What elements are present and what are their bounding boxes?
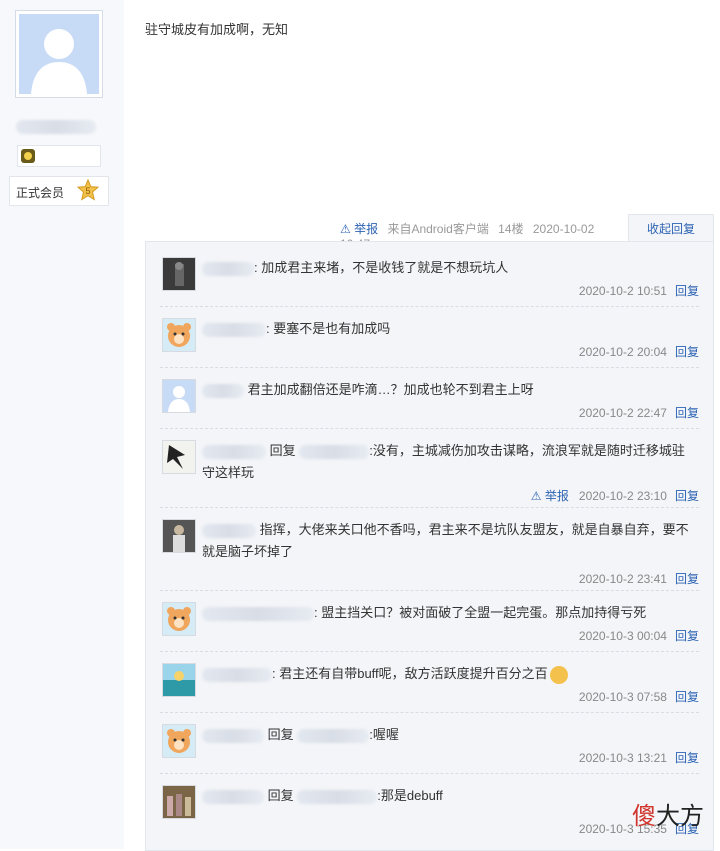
reply-text: 回复 :没有，主城减伤加攻击谋略，流浪军就是随时迁移城驻守这样玩 — [202, 440, 689, 484]
reply-item: : 加成君主来堵，不是收钱了就是不想玩坑人 2020-10-2 10:51 回复 — [160, 254, 699, 307]
reply-footer: ⚠ 举报 2020-10-2 23:10 回复 — [531, 487, 699, 504]
reply-prefix: 回复 — [269, 443, 296, 458]
reply-button[interactable]: 回复 — [675, 345, 699, 359]
reply-item: 君主加成翻倍还是咋滴…？加成也轮不到君主上呀 2020-10-2 22:47 回复 — [160, 376, 699, 429]
author-sidebar: 正式会员 5 — [0, 0, 124, 849]
reply-item: 回复 :那是debuff 2020-10-3 15:35 回复 — [160, 782, 699, 842]
author-name-blurred[interactable] — [16, 120, 96, 134]
reply-item: : 要塞不是也有加成吗 2020-10-2 20:04 回复 — [160, 315, 699, 368]
reply-button[interactable]: 回复 — [675, 751, 699, 765]
username-blurred[interactable] — [202, 383, 244, 398]
reply-footer: 2020-10-3 07:58 回复 — [579, 688, 699, 705]
reply-button[interactable]: 回复 — [675, 572, 699, 586]
reply-button[interactable]: 回复 — [675, 406, 699, 420]
dark-photo-avatar[interactable] — [162, 257, 196, 291]
reply-item: 回复 :喔喔 2020-10-3 13:21 回复 — [160, 721, 699, 774]
username-blurred[interactable] — [202, 523, 256, 538]
reply-body: :喔喔 — [369, 727, 399, 742]
reply-time: 2020-10-2 10:51 — [578, 284, 667, 298]
member-level-box[interactable]: 正式会员 5 — [9, 176, 109, 206]
reply-prefix: 回复 — [267, 727, 294, 742]
badge-icon — [21, 149, 35, 163]
reply-time: 2020-10-2 20:04 — [578, 345, 667, 359]
reply-report-link[interactable]: ⚠ 举报 — [531, 489, 569, 503]
reply-time: 2020-10-3 00:04 — [578, 629, 667, 643]
reply-item: : 君主还有自带buff呢，敌方活跃度提升百分之百 2020-10-3 07:5… — [160, 660, 699, 713]
reply-time: 2020-10-2 23:41 — [578, 572, 667, 586]
reply-footer: 2020-10-2 10:51 回复 — [579, 282, 699, 299]
username-blurred[interactable] — [202, 789, 264, 804]
username-blurred[interactable] — [202, 261, 254, 276]
member-label: 正式会员 — [16, 186, 65, 200]
reply-item: 回复 :没有，主城减伤加攻击谋略，流浪军就是随时迁移城驻守这样玩 ⚠ 举报 202… — [160, 437, 699, 508]
person-photo-avatar[interactable] — [162, 519, 196, 553]
reply-body: : 加成君主来堵，不是收钱了就是不想玩坑人 — [254, 260, 509, 275]
reply-footer: 2020-10-2 20:04 回复 — [579, 343, 699, 360]
reply-footer: 2020-10-2 23:41 回复 — [579, 570, 699, 587]
target-username-blurred[interactable] — [297, 789, 378, 804]
author-avatar[interactable] — [15, 10, 103, 98]
reply-item: : 盟主挡关口？被对面破了全盟一起完蛋。那点加持得亏死 2020-10-3 00… — [160, 599, 699, 652]
collapse-replies-button[interactable]: 收起回复 — [628, 214, 714, 243]
reply-item: 指挥，大佬来关口他不香吗，君主来不是坑队友盟友，就是自暴自弃，要不就是脑子坏掉了… — [160, 516, 699, 591]
reply-button[interactable]: 回复 — [675, 284, 699, 298]
bear-avatar[interactable] — [162, 602, 196, 636]
beach-avatar[interactable] — [162, 663, 196, 697]
reply-button[interactable]: 回复 — [675, 489, 699, 503]
post-floor: 14楼 — [498, 222, 524, 236]
reply-text: : 盟主挡关口？被对面破了全盟一起完蛋。那点加持得亏死 — [202, 602, 689, 624]
reply-text: : 加成君主来堵，不是收钱了就是不想玩坑人 — [202, 257, 689, 279]
author-badge — [17, 145, 101, 167]
reply-body: : 君主还有自带buff呢，敌方活跃度提升百分之百 — [272, 666, 548, 681]
username-blurred[interactable] — [202, 728, 264, 743]
reply-body: :那是debuff — [377, 788, 443, 803]
reply-text: 君主加成翻倍还是咋滴…？加成也轮不到君主上呀 — [202, 379, 689, 401]
reply-time: 2020-10-3 13:21 — [578, 751, 667, 765]
reply-button[interactable]: 回复 — [675, 690, 699, 704]
post-meta: ⚠ 举报 来自Android客户端 14楼 2020-10-02 10:47 — [340, 220, 628, 251]
watermark: 傻大方 — [632, 802, 704, 830]
username-blurred[interactable] — [202, 606, 314, 621]
reply-footer: 2020-10-3 00:04 回复 — [579, 627, 699, 644]
target-username-blurred[interactable] — [299, 444, 370, 459]
post-content: 驻守城皮有加成啊，无知 — [145, 22, 289, 37]
reply-time: 2020-10-3 07:58 — [578, 690, 667, 704]
reply-text: 回复 :那是debuff — [202, 785, 689, 807]
post-source: 来自Android客户端 — [387, 222, 489, 236]
reply-text: : 要塞不是也有加成吗 — [202, 318, 689, 340]
reply-body: : 要塞不是也有加成吗 — [266, 321, 391, 336]
default-user-icon — [19, 14, 99, 94]
default-avatar[interactable] — [162, 379, 196, 413]
username-blurred[interactable] — [202, 444, 266, 459]
reply-body: 指挥，大佬来关口他不香吗，君主来不是坑队友盟友，就是自暴自弃，要不就是脑子坏掉了 — [202, 522, 689, 559]
reply-body: 君主加成翻倍还是咋滴…？加成也轮不到君主上呀 — [247, 382, 534, 397]
reply-footer: 2020-10-3 13:21 回复 — [579, 749, 699, 766]
reply-body: : 盟主挡关口？被对面破了全盟一起完蛋。那点加持得亏死 — [314, 605, 647, 620]
target-username-blurred[interactable] — [297, 728, 370, 743]
reply-prefix: 回复 — [267, 788, 294, 803]
report-link[interactable]: ⚠ 举报 — [340, 222, 378, 236]
username-blurred[interactable] — [202, 322, 266, 337]
ink-figure-avatar[interactable] — [162, 440, 196, 474]
bear-avatar[interactable] — [162, 318, 196, 352]
reply-time: 2020-10-2 22:47 — [578, 406, 667, 420]
reply-time: 2020-10-2 23:10 — [578, 489, 667, 503]
username-blurred[interactable] — [202, 667, 272, 682]
reply-list: : 加成君主来堵，不是收钱了就是不想玩坑人 2020-10-2 10:51 回复 … — [145, 241, 714, 851]
group-photo-avatar[interactable] — [162, 785, 196, 819]
reply-text: 回复 :喔喔 — [202, 724, 689, 746]
grin-emoji-icon — [549, 665, 568, 684]
bear-avatar[interactable] — [162, 724, 196, 758]
reply-text: : 君主还有自带buff呢，敌方活跃度提升百分之百 — [202, 663, 689, 685]
level-star-icon: 5 — [77, 179, 99, 201]
level-number: 5 — [85, 186, 90, 196]
reply-footer: 2020-10-2 22:47 回复 — [579, 404, 699, 421]
reply-text: 指挥，大佬来关口他不香吗，君主来不是坑队友盟友，就是自暴自弃，要不就是脑子坏掉了 — [202, 519, 689, 563]
reply-button[interactable]: 回复 — [675, 629, 699, 643]
